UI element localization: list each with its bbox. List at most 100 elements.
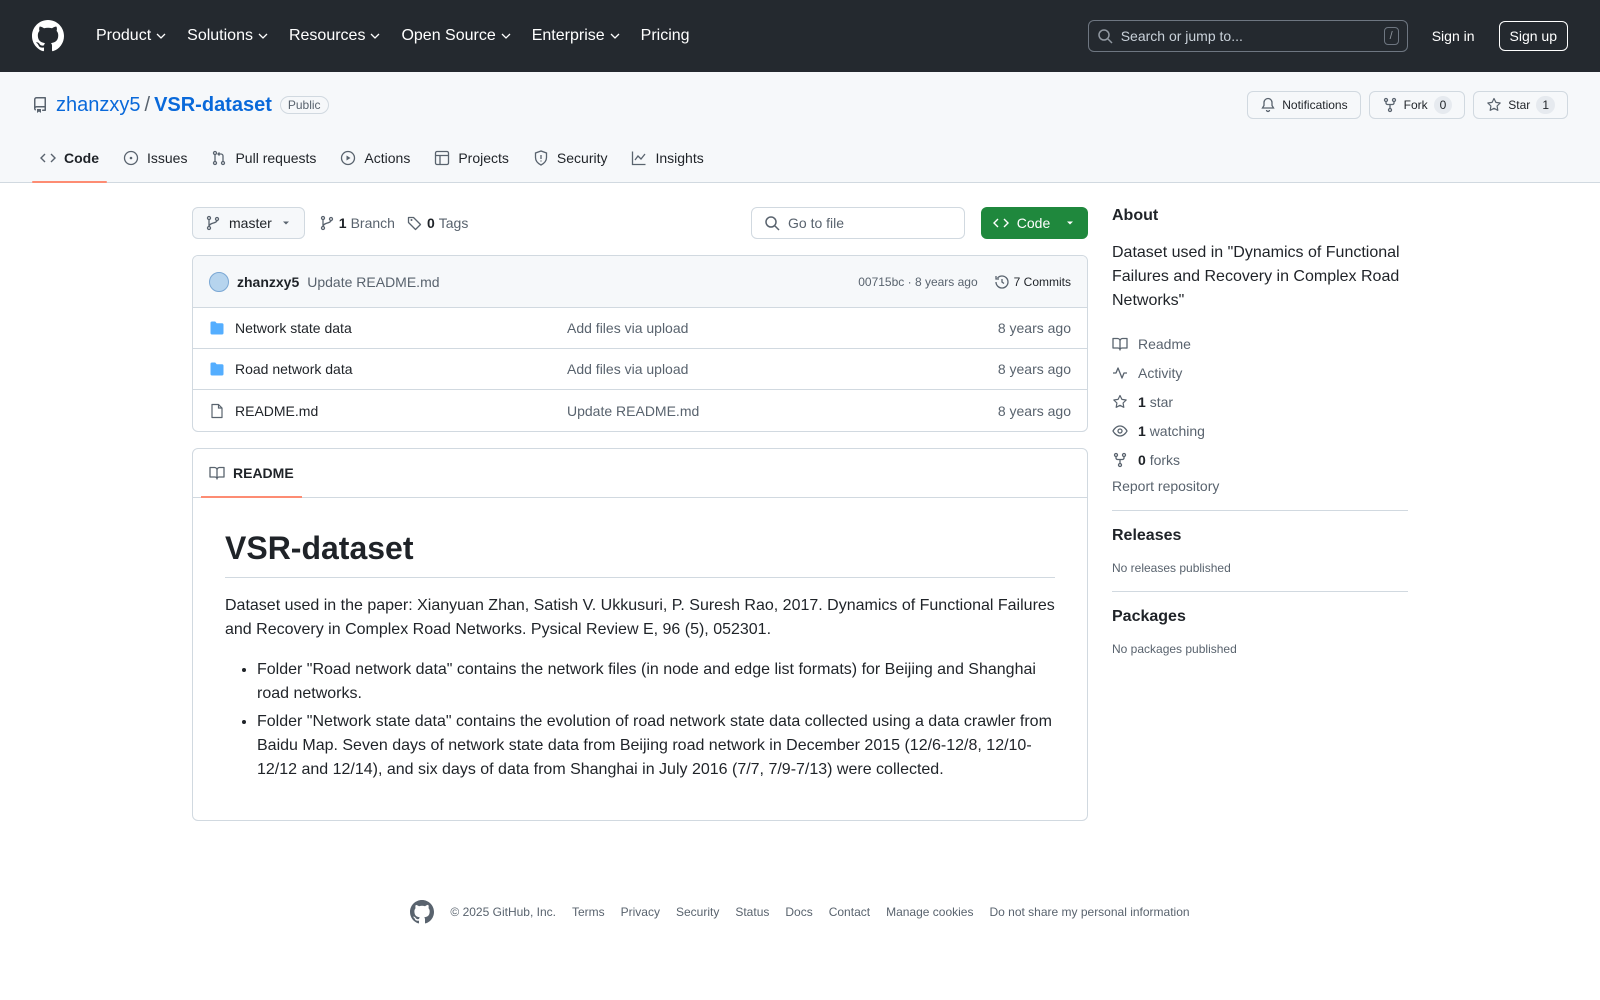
nav-enterprise-label: Enterprise: [531, 27, 605, 44]
file-navigation: master 1 Branch 0 Tags Go to file Code: [192, 207, 1088, 239]
releases-empty: No releases published: [1112, 561, 1231, 575]
branch-count: 1: [338, 215, 347, 231]
nav-open-source[interactable]: Open Source: [393, 21, 519, 51]
readme-link-label: Readme: [1138, 335, 1191, 352]
repo-name-link[interactable]: VSR-dataset: [154, 94, 272, 117]
table-row: Road network data Add files via upload 8…: [193, 349, 1087, 390]
chevron-down-icon: [501, 33, 511, 39]
pulse-icon: [1113, 366, 1127, 379]
forks-link[interactable]: 0 forks: [1112, 445, 1408, 474]
tags-link[interactable]: 0 Tags: [407, 215, 468, 231]
file-age: 8 years ago: [997, 402, 1071, 419]
code-icon: [40, 153, 56, 163]
footer: © 2025 GitHub, Inc. Terms Privacy Securi…: [0, 900, 1600, 924]
tab-code[interactable]: Code: [32, 134, 107, 183]
repo-owner-link[interactable]: zhanzxy5: [56, 94, 141, 117]
branch-icon: [206, 215, 220, 231]
github-logo-icon[interactable]: [410, 900, 435, 924]
tag-icon: [407, 216, 422, 231]
nav-solutions-label: Solutions: [187, 27, 253, 44]
readme-panel: README VSR-dataset Dataset used in the p…: [192, 448, 1088, 821]
star-button[interactable]: Star 1: [1473, 91, 1568, 119]
branch-icon: [320, 215, 333, 231]
fork-icon: [1383, 97, 1396, 113]
folder-icon: [210, 362, 224, 376]
search-shortcut: /: [1383, 27, 1399, 45]
table-row: Network state data Add files via upload …: [193, 308, 1087, 349]
nav-pricing-label: Pricing: [640, 27, 690, 44]
readme-tab[interactable]: README: [201, 449, 302, 498]
book-icon: [1112, 337, 1128, 351]
go-to-file-input[interactable]: Go to file: [751, 207, 965, 239]
activity-link-label: Activity: [1138, 364, 1183, 381]
nav-pricing[interactable]: Pricing: [633, 21, 698, 51]
tab-security[interactable]: Security: [525, 134, 616, 182]
avatar[interactable]: [209, 271, 229, 292]
tab-actions[interactable]: Actions: [332, 134, 418, 182]
file-age: 8 years ago: [997, 320, 1071, 336]
global-search[interactable]: Search or jump to... /: [1087, 20, 1408, 52]
commit-message[interactable]: Update README.md: [307, 274, 439, 290]
stars-link[interactable]: 1 star: [1112, 387, 1408, 416]
sign-in-button[interactable]: Sign in: [1416, 22, 1491, 50]
fork-button[interactable]: Fork 0: [1368, 91, 1466, 119]
notifications-button[interactable]: Notifications: [1247, 91, 1361, 119]
nav-product[interactable]: Product: [88, 21, 175, 51]
file-commit-message[interactable]: Add files via upload: [567, 320, 998, 336]
report-repository-link[interactable]: Report repository: [1112, 478, 1408, 494]
about-section: About Dataset used in "Dynamics of Funct…: [1112, 207, 1408, 494]
footer-link-terms[interactable]: Terms: [572, 905, 605, 919]
tab-insights[interactable]: Insights: [623, 134, 711, 182]
watchers-link[interactable]: 1 watching: [1112, 416, 1408, 445]
chevron-down-icon: [258, 33, 268, 39]
chevron-down-icon: [610, 33, 620, 39]
branch-selector[interactable]: master: [192, 207, 305, 239]
tab-pull-requests[interactable]: Pull requests: [203, 134, 324, 182]
sidebar: About Dataset used in "Dynamics of Funct…: [1112, 207, 1408, 821]
releases-section: Releases No releases published: [1112, 527, 1408, 575]
github-logo-icon[interactable]: [32, 20, 88, 52]
search-icon: [1097, 29, 1113, 44]
branch-name: master: [229, 215, 272, 231]
tab-issues[interactable]: Issues: [115, 134, 195, 182]
packages-heading[interactable]: Packages: [1112, 608, 1186, 625]
commits-history-link[interactable]: 7 Commits: [994, 274, 1071, 290]
footer-link-do-not-share[interactable]: Do not share my personal information: [989, 905, 1189, 919]
top-nav: Product Solutions Resources Open Source …: [88, 21, 698, 51]
footer-link-contact[interactable]: Contact: [829, 905, 870, 919]
releases-heading[interactable]: Releases: [1112, 527, 1181, 544]
play-icon: [341, 150, 356, 166]
nav-solutions[interactable]: Solutions: [179, 21, 277, 51]
stars-label: star: [1149, 393, 1174, 410]
readme-link[interactable]: Readme: [1112, 329, 1408, 358]
commit-hash-time[interactable]: 00715bc · 8 years ago: [858, 275, 977, 289]
activity-link[interactable]: Activity: [1112, 358, 1408, 387]
nav-product-label: Product: [96, 27, 152, 44]
footer-copyright: © 2025 GitHub, Inc.: [450, 905, 556, 919]
footer-link-security[interactable]: Security: [676, 905, 719, 919]
file-name-link[interactable]: Road network data: [235, 361, 567, 377]
footer-link-docs[interactable]: Docs: [785, 905, 812, 919]
file-commit-message[interactable]: Add files via upload: [567, 361, 998, 377]
footer-link-status[interactable]: Status: [735, 905, 769, 919]
file-name-link[interactable]: Network state data: [235, 320, 567, 336]
file-name-link[interactable]: README.md: [235, 403, 567, 419]
commit-author[interactable]: zhanzxy5: [237, 274, 299, 290]
caret-down-icon: [1067, 221, 1074, 225]
tab-insights-label: Insights: [655, 150, 704, 166]
folder-icon: [210, 321, 224, 335]
code-download-button[interactable]: Code: [981, 207, 1088, 239]
nav-enterprise[interactable]: Enterprise: [524, 21, 629, 51]
file-commit-message[interactable]: Update README.md: [567, 403, 998, 419]
footer-link-privacy[interactable]: Privacy: [621, 905, 660, 919]
branch-label: Branch: [350, 215, 395, 231]
sign-up-button[interactable]: Sign up: [1498, 21, 1568, 51]
readme-list: Folder "Road network data" contains the …: [225, 658, 1055, 782]
branches-link[interactable]: 1 Branch: [319, 215, 395, 231]
nav-resources[interactable]: Resources: [281, 21, 389, 51]
tab-projects[interactable]: Projects: [426, 134, 517, 182]
tab-actions-label: Actions: [364, 150, 411, 166]
about-heading: About: [1112, 207, 1159, 224]
footer-link-manage-cookies[interactable]: Manage cookies: [886, 905, 973, 919]
visibility-badge: Public: [279, 96, 329, 114]
